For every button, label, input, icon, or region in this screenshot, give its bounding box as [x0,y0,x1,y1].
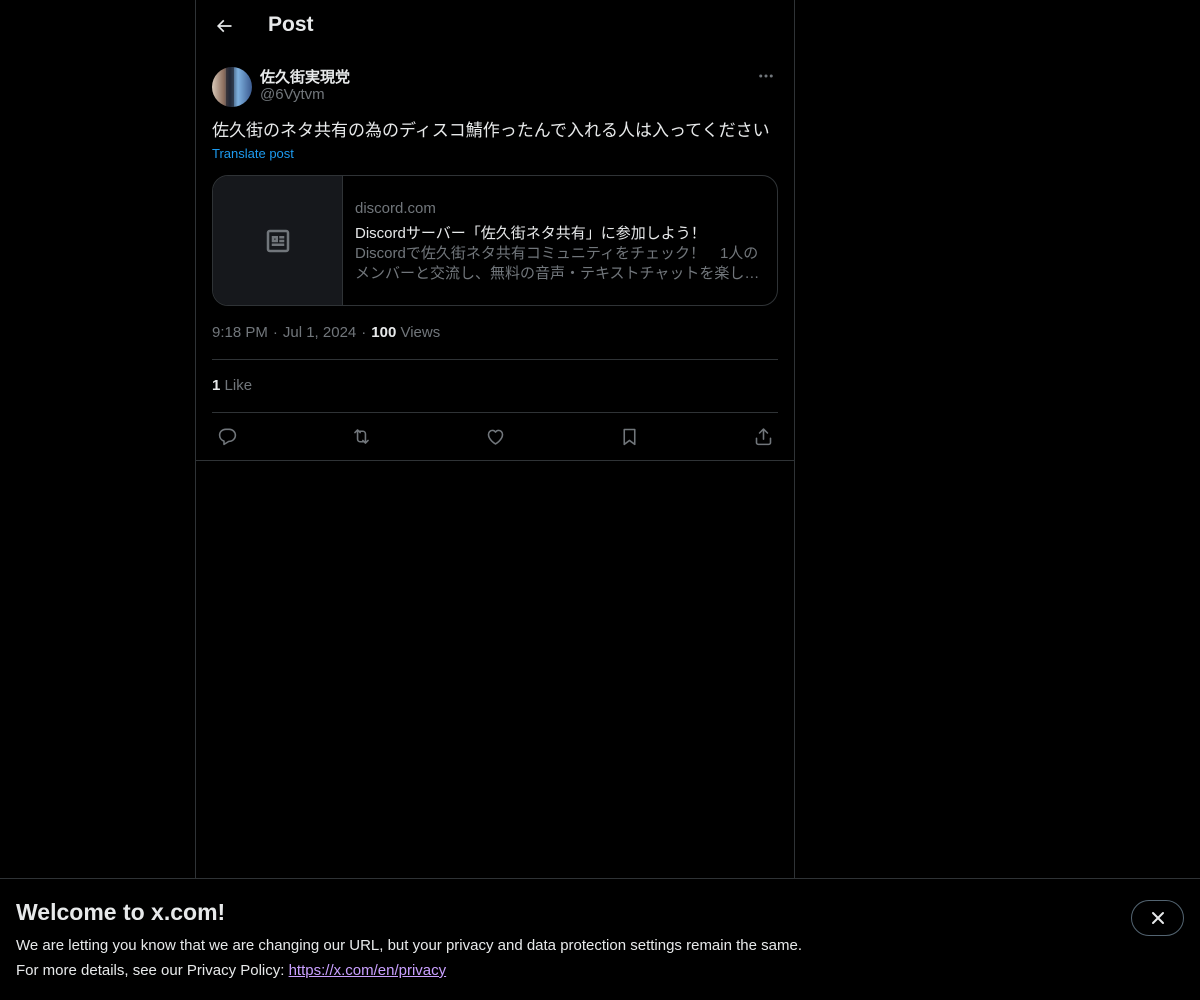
privacy-policy-link[interactable]: https://x.com/en/privacy [289,962,447,979]
arrow-left-icon [216,19,232,33]
divider [212,359,778,360]
card-description: Discordで佐久街ネタ共有コミュニティをチェック！ 1人のメンバーと交流し、… [355,245,760,282]
close-icon [1151,912,1164,924]
card-domain: discord.com [355,200,436,217]
bookmark-icon [622,428,636,445]
share-icon [755,427,771,445]
heart-icon [487,429,503,445]
divider [212,412,778,413]
banner-privacy-line: For more details, see our Privacy Policy… [16,962,446,979]
reply-icon [218,427,236,445]
more-options-button[interactable] [754,65,778,87]
separator-dot: · [361,324,367,341]
link-preview-card[interactable]: discord.com Discordサーバー「佐久街ネタ共有」に参加しよう！ … [212,175,778,306]
likes-label: Like [224,377,253,394]
repost-button[interactable] [346,423,376,449]
post-text: 佐久街のネタ共有の為のディスコ鯖作ったんで入れる人は入ってください [212,121,770,140]
card-thumbnail [213,176,343,305]
banner-message: We are letting you know that we are chan… [16,937,802,954]
more-dots-icon [759,74,773,78]
likes-link[interactable]: 1 Like [212,377,252,394]
views-count: 100 [371,324,397,341]
share-button[interactable] [748,423,778,449]
post-header: Post [196,0,794,53]
bookmark-button[interactable] [614,423,644,449]
article-icon [266,229,289,252]
reply-button[interactable] [212,423,242,449]
post-author: 佐久街実現党 @6Vytvm [212,65,778,107]
views-label: Views [400,324,441,341]
post-meta: 9:18 PM · Jul 1, 2024 · 100 Views [212,324,440,341]
post-date[interactable]: Jul 1, 2024 [283,324,356,341]
separator-dot: · [272,324,278,341]
page-title: Post [268,13,314,36]
banner-close-button[interactable] [1131,900,1184,936]
banner-privacy-prefix: For more details, see our Privacy Policy… [16,962,289,979]
author-display-name[interactable]: 佐久街実現党 [260,66,350,87]
post-time[interactable]: 9:18 PM [212,324,268,341]
translate-post-link[interactable]: Translate post [212,146,294,161]
card-title: Discordサーバー「佐久街ネタ共有」に参加しよう！ [355,225,706,242]
repost-icon [353,428,369,444]
avatar[interactable] [212,67,252,107]
like-button[interactable] [480,423,510,449]
author-handle[interactable]: @6Vytvm [260,86,325,103]
likes-count: 1 [212,377,221,394]
divider [196,460,794,461]
post-actions [212,423,778,449]
welcome-banner: Welcome to x.com! We are letting you kno… [0,878,1200,1000]
post-column: Post 佐久街実現党 @6Vytvm 佐久街のネタ共有の為のディスコ鯖作ったん… [195,0,795,878]
back-button[interactable] [208,10,240,42]
banner-title: Welcome to x.com! [16,899,226,925]
